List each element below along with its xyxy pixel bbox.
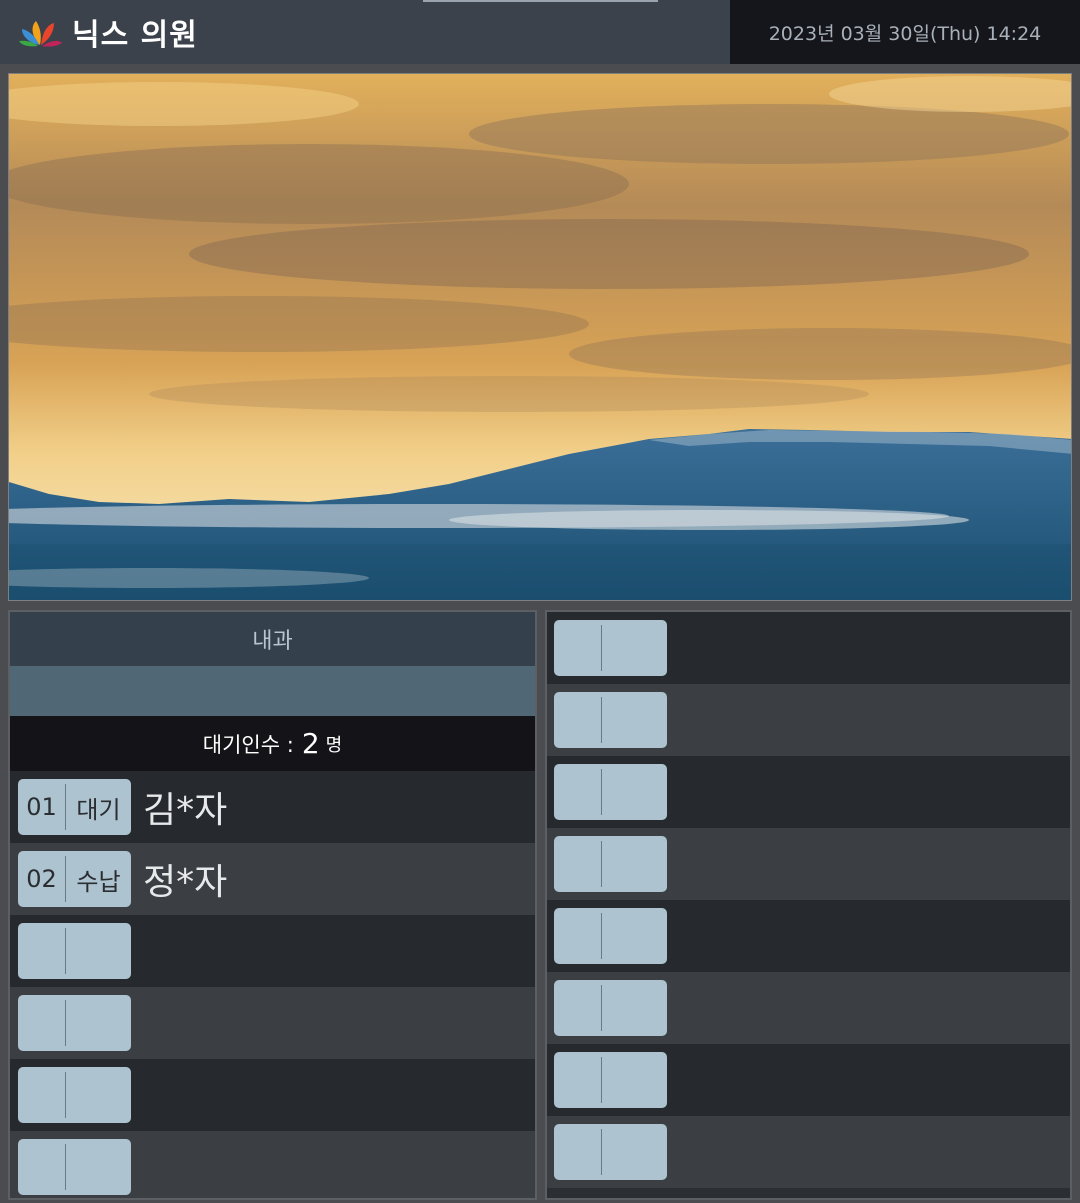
waiting-unit: 명 (325, 734, 343, 756)
queue-chip (554, 1052, 667, 1108)
queue-chip (18, 923, 131, 979)
queue-chip (554, 980, 667, 1036)
queue-chip (554, 836, 667, 892)
queue-row (547, 1044, 1070, 1116)
waiting-count-bar: 대기인수 : 2 명 (10, 716, 535, 771)
queue-chip (18, 1139, 131, 1195)
queue-number: 01 (26, 793, 57, 821)
queue-chip: 02 수납 (18, 851, 131, 907)
queue-chip (554, 692, 667, 748)
queue-status: 대기 (76, 795, 121, 824)
header-notch (423, 0, 658, 2)
chip-divider (601, 1129, 602, 1175)
queue-row (10, 1131, 535, 1198)
queue-chip (554, 764, 667, 820)
queue-chip (554, 908, 667, 964)
chip-divider (65, 928, 66, 974)
queue-chip (554, 1124, 667, 1180)
queue-status: 수납 (76, 867, 121, 896)
queue-row (547, 1116, 1070, 1188)
chip-divider (601, 841, 602, 887)
secondary-queue-panel (545, 610, 1072, 1200)
chip-divider (601, 985, 602, 1031)
queue-row (547, 684, 1070, 756)
queue-row: 02 수납 정*자 (10, 843, 535, 915)
clinic-logo-icon (19, 21, 62, 47)
chip-divider (601, 697, 602, 743)
queue-chip: 01 대기 (18, 779, 131, 835)
waiting-count: 2 (301, 727, 320, 760)
department-panel: 내과 대기인수 : 2 명 01 대기 김*자 02 수납 정*자 (8, 610, 537, 1200)
chip-divider (65, 1000, 66, 1046)
brand: 닉스 의원 (18, 12, 198, 53)
patient-name: 정*자 (143, 862, 228, 903)
patient-name: 김*자 (143, 790, 228, 831)
queue-chip (18, 1067, 131, 1123)
chip-divider (601, 913, 602, 959)
queue-chip (554, 620, 667, 676)
chip-divider (65, 1072, 66, 1118)
chip-divider (601, 625, 602, 671)
department-subheader (10, 666, 535, 716)
queue-number: 02 (26, 865, 57, 893)
queue-row (547, 972, 1070, 1044)
queue-row (10, 987, 535, 1059)
queue-row: 01 대기 김*자 (10, 771, 535, 843)
landscape-image (9, 74, 1071, 600)
chip-divider (65, 1144, 66, 1190)
queue-row (547, 828, 1070, 900)
queue-chip (18, 995, 131, 1051)
queue-row (10, 1059, 535, 1131)
clinic-name: 닉스 의원 (72, 18, 198, 53)
display-image (8, 73, 1072, 601)
queue-row (547, 756, 1070, 828)
queue-row (547, 900, 1070, 972)
top-header: 닉스 의원 2023년 03월 30일(Thu) 14:24 (0, 0, 1080, 64)
datetime-display: 2023년 03월 30일(Thu) 14:24 (730, 0, 1080, 64)
queue-row (547, 612, 1070, 684)
queue-row (10, 915, 535, 987)
chip-divider (601, 1057, 602, 1103)
waiting-label: 대기인수 : (202, 732, 294, 757)
department-title: 내과 (10, 612, 535, 666)
chip-divider (601, 769, 602, 815)
